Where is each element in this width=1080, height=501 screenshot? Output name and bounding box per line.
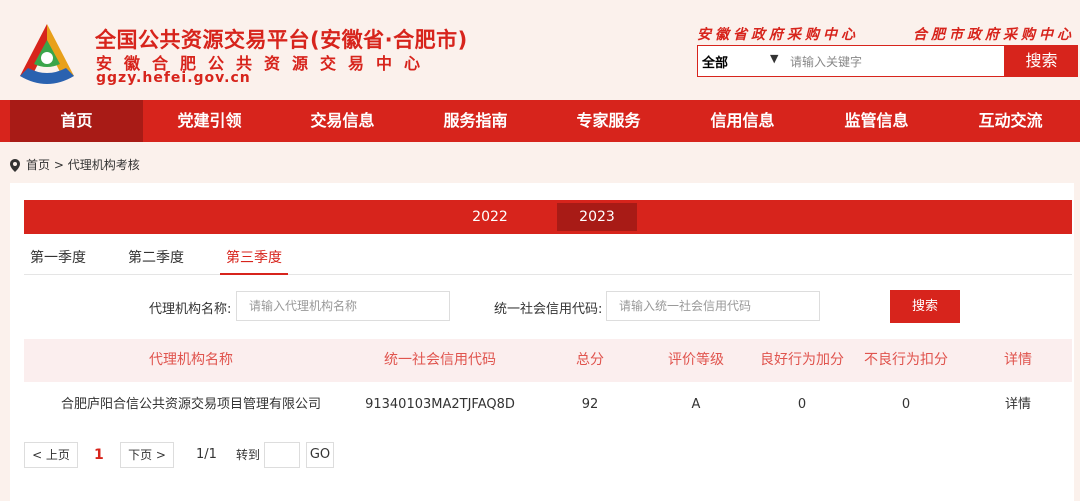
goto-label: 转到 (236, 448, 261, 462)
prev-page-button[interactable]: < 上页 (24, 442, 78, 468)
credit-code-input[interactable] (606, 291, 820, 321)
keyword-search-input[interactable] (788, 50, 1002, 74)
year-tab-2023[interactable]: 2023 (557, 203, 637, 231)
credit-code-cell: 91340103MA2TJFAQ8D (365, 397, 515, 412)
breadcrumb-separator: > (53, 158, 64, 172)
header-search-box: 全部 ▼ (697, 45, 1005, 77)
breadcrumb-home[interactable]: 首页 (26, 158, 50, 172)
site-logo-icon[interactable] (12, 20, 82, 90)
agency-name-cell: 合肥庐阳合信公共资源交易项目管理有限公司 (60, 397, 321, 412)
nav-item-guide[interactable]: 服务指南 (409, 100, 542, 142)
nav-item-party[interactable]: 党建引领 (143, 100, 276, 142)
detail-link[interactable]: 详情 (988, 382, 1048, 428)
tab-q3[interactable]: 第三季度 (220, 247, 288, 275)
site-header: 全国公共资源交易平台(安徽省·合肥市) 安徽合肥公共资源交易中心 ggzy.he… (0, 0, 1080, 100)
site-url: ggzy.hefei.gov.cn (96, 70, 251, 86)
tab-q1[interactable]: 第一季度 (30, 247, 86, 267)
search-scope-select[interactable]: 全部 (702, 52, 728, 71)
content-panel: 2022 2023 第一季度 第二季度 第三季度 代理机构名称: 统一社会信用代… (10, 183, 1074, 501)
column-header: 良好行为加分 (760, 352, 844, 368)
column-header: 代理机构名称 (149, 352, 233, 368)
column-header: 不良行为扣分 (864, 352, 948, 368)
quarter-tabs: 第一季度 第二季度 第三季度 (24, 241, 1072, 275)
goto-page-input[interactable] (264, 442, 300, 468)
nav-item-supervision[interactable]: 监管信息 (810, 100, 943, 142)
pagination: < 上页 1 下页 > 1/1 转到 GO (24, 442, 624, 468)
next-page-button[interactable]: 下页 > (120, 442, 174, 468)
tab-q2[interactable]: 第二季度 (128, 247, 184, 267)
province-procurement-link[interactable]: 安徽省政府采购中心 (697, 24, 859, 44)
score-cell: 92 (581, 397, 599, 412)
go-button[interactable]: GO (306, 442, 334, 468)
breadcrumb: 首页 > 代理机构考核 (10, 156, 140, 173)
column-header: 总分 (576, 352, 604, 368)
grade-cell: A (691, 397, 701, 412)
year-selector: 2022 2023 (24, 200, 1072, 234)
main-nav: 首页 党建引领 交易信息 服务指南 专家服务 信用信息 监管信息 互动交流 (0, 100, 1080, 142)
column-header: 详情 (1004, 352, 1032, 368)
header-search-button[interactable]: 搜索 (1005, 45, 1078, 77)
column-header: 统一社会信用代码 (384, 352, 496, 368)
location-pin-icon (10, 159, 20, 172)
nav-item-home[interactable]: 首页 (10, 100, 143, 142)
column-header: 评价等级 (668, 352, 724, 368)
bonus-cell: 0 (797, 397, 807, 412)
table-header: 代理机构名称 统一社会信用代码 总分 评价等级 良好行为加分 不良行为扣分 详情 (24, 339, 1072, 382)
nav-item-credit[interactable]: 信用信息 (676, 100, 809, 142)
chevron-down-icon[interactable]: ▼ (770, 52, 778, 65)
page-count: 1/1 (196, 447, 217, 462)
table-row: 合肥庐阳合信公共资源交易项目管理有限公司 91340103MA2TJFAQ8D … (24, 382, 1072, 428)
current-page[interactable]: 1 (94, 442, 104, 468)
nav-item-experts[interactable]: 专家服务 (542, 100, 675, 142)
year-tab-2022[interactable]: 2022 (450, 200, 530, 234)
nav-item-interaction[interactable]: 互动交流 (944, 100, 1077, 142)
nav-item-trading[interactable]: 交易信息 (276, 100, 409, 142)
agency-name-label: 代理机构名称: (149, 302, 232, 317)
agency-name-input[interactable] (236, 291, 450, 321)
filter-search-button[interactable]: 搜索 (890, 290, 960, 323)
penalty-cell: 0 (901, 397, 911, 412)
city-procurement-link[interactable]: 合肥市政府采购中心 (913, 24, 1075, 44)
breadcrumb-current: 代理机构考核 (67, 158, 140, 172)
credit-code-label: 统一社会信用代码: (494, 302, 603, 317)
